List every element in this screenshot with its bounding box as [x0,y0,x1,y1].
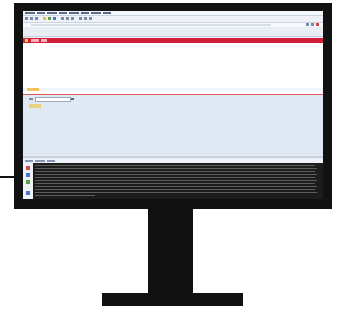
monitor-stand-base [102,293,243,306]
menu-item[interactable] [47,12,57,14]
minimize-icon[interactable] [306,23,309,26]
menu-item[interactable] [91,12,101,14]
monitor-screen [23,11,323,199]
menu-item[interactable] [37,12,45,14]
folder-icon[interactable] [43,17,46,20]
form-input[interactable] [35,97,71,102]
section-tab[interactable] [27,88,39,91]
console-line [35,177,315,178]
save-icon[interactable] [53,17,56,20]
menu-item[interactable] [59,12,67,14]
bottom-tab[interactable] [35,160,45,162]
console-output [33,163,323,199]
console-line [35,195,95,196]
bottom-tab[interactable] [25,160,33,162]
bottom-tab[interactable] [47,160,55,162]
toolbar-button[interactable] [71,17,74,20]
console-line [35,192,317,193]
header-tab[interactable] [31,39,39,42]
console-line [35,186,317,187]
app-icon [25,39,28,42]
menu-item[interactable] [69,12,79,14]
chevron-down-icon[interactable] [71,98,74,100]
toolbar-button[interactable] [35,17,38,20]
toolbar-button[interactable] [89,17,92,20]
console-line [35,174,317,175]
console-line [35,180,317,181]
menu-item[interactable] [103,12,111,14]
address-bar [23,23,323,27]
console-line [35,183,315,184]
console-sidebar [23,163,33,199]
toolbar-button[interactable] [30,17,33,20]
splitter[interactable] [23,156,323,158]
error-icon[interactable] [26,166,30,170]
console-line [35,165,315,166]
info-icon[interactable] [26,173,30,177]
menu-item[interactable] [81,12,89,14]
maximize-icon[interactable] [311,23,314,26]
info-icon[interactable] [26,191,30,195]
toolbar-button[interactable] [61,17,64,20]
success-icon[interactable] [26,180,30,184]
console-line [35,189,315,190]
close-icon[interactable] [316,23,319,26]
monitor-stand-neck [148,209,193,294]
section-bar [23,88,323,91]
monitor-cable [0,176,14,178]
query-form [23,95,323,155]
toolbar-button[interactable] [84,17,87,20]
toolbar [23,16,323,23]
toolbar-button[interactable] [79,17,82,20]
form-label [29,98,33,100]
run-icon[interactable] [48,17,51,20]
menu-item[interactable] [25,12,35,14]
address-input[interactable] [31,24,271,26]
header-tab[interactable] [41,39,47,42]
divider [23,36,323,37]
console-line [35,171,315,172]
toolbar-button[interactable] [25,17,28,20]
console-line [35,168,317,169]
form-submit-button[interactable] [29,104,41,108]
toolbar-button[interactable] [66,17,69,20]
